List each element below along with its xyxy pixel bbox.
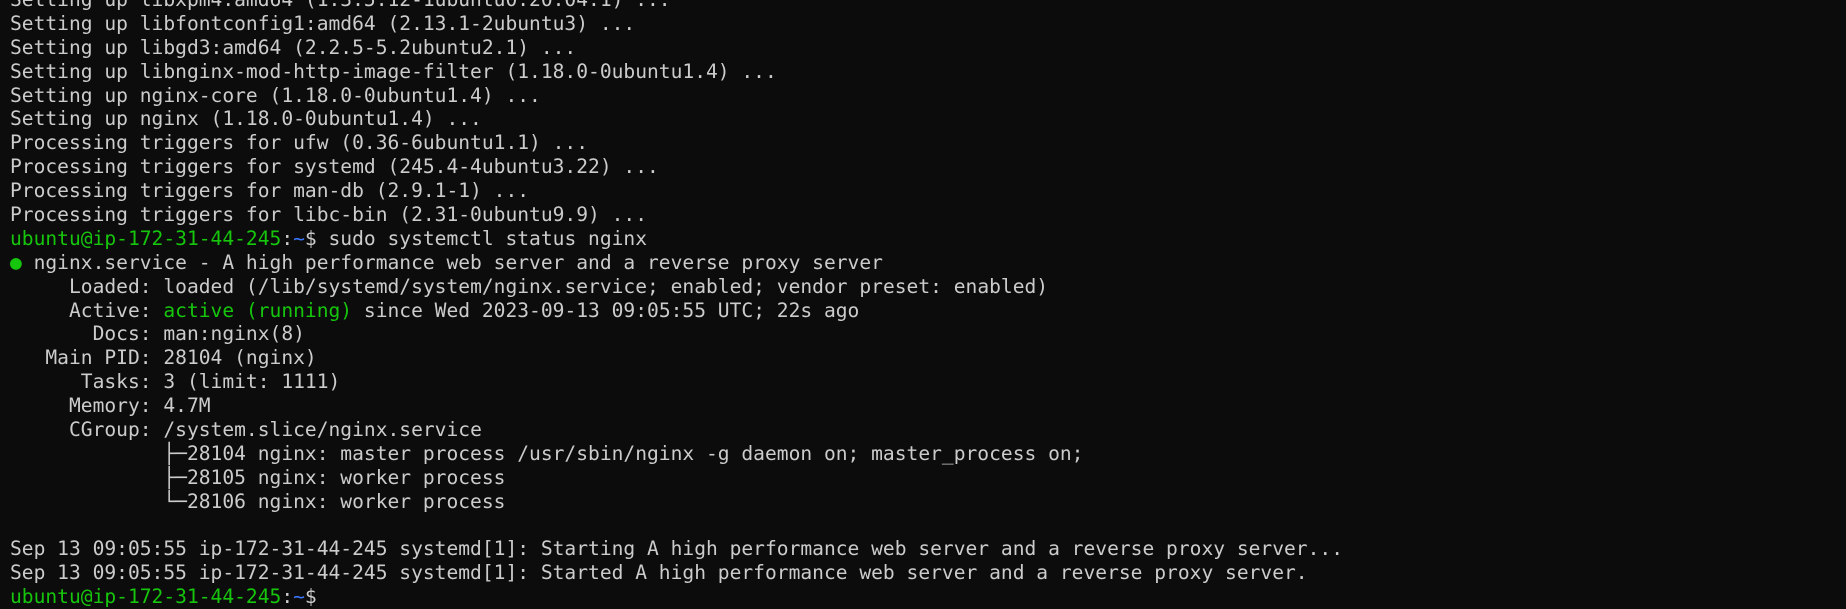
mainpid-value: 28104 (nginx) xyxy=(163,346,317,370)
status-tasks-line: Tasks: 3 (limit: 1111) xyxy=(10,370,1343,394)
mainpid-label: Main PID: xyxy=(10,346,164,370)
journal-line: Sep 13 09:05:55 ip-172-31-44-245 systemd… xyxy=(10,561,1308,585)
status-mainpid-line: Main PID: 28104 (nginx) xyxy=(10,346,1343,370)
terminal-window[interactable]: Setting up libxpm4:amd64 (1:3.5.12-1ubun… xyxy=(0,0,1846,609)
terminal-output: Setting up libxpm4:amd64 (1:3.5.12-1ubun… xyxy=(10,0,1343,609)
prompt-path: ~ xyxy=(293,226,305,250)
status-header-line: ● nginx.service - A high performance web… xyxy=(10,251,1343,275)
output-line: Setting up libnginx-mod-http-image-filte… xyxy=(10,59,777,83)
memory-value: 4.7M xyxy=(163,394,211,418)
command-text: sudo systemctl status nginx xyxy=(328,226,648,250)
active-state: active (running) xyxy=(163,298,353,322)
active-label: Active: xyxy=(10,298,164,322)
tasks-label: Tasks: xyxy=(10,370,164,394)
status-memory-line: Memory: 4.7M xyxy=(10,394,1343,418)
output-line: Processing triggers for man-db (2.9.1-1)… xyxy=(10,179,530,203)
loaded-value: loaded (/lib/systemd/system/nginx.servic… xyxy=(163,274,1049,298)
terminal-cursor[interactable] xyxy=(329,586,340,607)
active-rest: since Wed 2023-09-13 09:05:55 UTC; 22s a… xyxy=(352,298,860,322)
prompt-user-host: ubuntu@ip-172-31-44-245 xyxy=(10,585,282,609)
journal-line: Sep 13 09:05:55 ip-172-31-44-245 systemd… xyxy=(10,537,1343,561)
status-docs-line: Docs: man:nginx(8) xyxy=(10,322,1343,346)
status-cgroup-line: CGroup: /system.slice/nginx.service xyxy=(10,418,1343,442)
docs-label: Docs: xyxy=(10,322,164,346)
active-prompt-line[interactable]: ubuntu@ip-172-31-44-245:~$ xyxy=(10,585,1343,609)
output-line: Setting up libfontconfig1:amd64 (2.13.1-… xyxy=(10,11,636,35)
prompt-separator: : xyxy=(281,226,294,250)
memory-label: Memory: xyxy=(10,394,164,418)
tasks-value: 3 (limit: 1111) xyxy=(163,370,341,394)
output-line-partial: Setting up libxpm4:amd64 (1:3.5.12-1ubun… xyxy=(10,0,1343,12)
docs-value: man:nginx(8) xyxy=(163,322,305,346)
output-line: Setting up libgd3:amd64 (2.2.5-5.2ubuntu… xyxy=(10,35,577,59)
prompt-symbol: $ xyxy=(304,226,329,250)
prompt-user-host: ubuntu@ip-172-31-44-245 xyxy=(10,226,282,250)
status-loaded-line: Loaded: loaded (/lib/systemd/system/ngin… xyxy=(10,275,1343,299)
command-line: ubuntu@ip-172-31-44-245:~$ sudo systemct… xyxy=(10,227,1343,251)
status-active-line: Active: active (running) since Wed 2023-… xyxy=(10,299,1343,323)
prompt-separator: : xyxy=(281,585,294,609)
output-line: Setting up nginx (1.18.0-0ubuntu1.4) ... xyxy=(10,107,482,131)
status-header: nginx.service - A high performance web s… xyxy=(21,250,883,274)
process-tree-line: ├─28105 nginx: worker process xyxy=(10,465,506,489)
cgroup-label: CGroup: xyxy=(10,418,164,442)
output-line: Processing triggers for ufw (0.36-6ubunt… xyxy=(10,131,589,155)
status-dot-icon: ● xyxy=(10,250,22,274)
output-line: Processing triggers for systemd (245.4-4… xyxy=(10,155,659,179)
output-line: Setting up nginx-core (1.18.0-0ubuntu1.4… xyxy=(10,83,541,107)
output-line: Processing triggers for libc-bin (2.31-0… xyxy=(10,203,648,227)
process-tree-line: └─28106 nginx: worker process xyxy=(10,489,506,513)
loaded-label: Loaded: xyxy=(10,274,164,298)
prompt-path: ~ xyxy=(293,585,305,609)
prompt-symbol: $ xyxy=(304,585,329,609)
process-tree-line: ├─28104 nginx: master process /usr/sbin/… xyxy=(10,441,1084,465)
cgroup-value: /system.slice/nginx.service xyxy=(163,418,482,442)
